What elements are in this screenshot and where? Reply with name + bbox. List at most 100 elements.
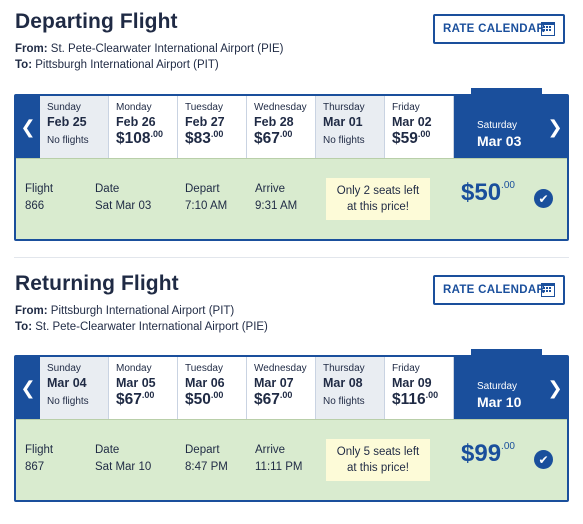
day-price-dollars: $67 bbox=[116, 391, 142, 408]
day-of-week: Friday bbox=[392, 363, 420, 374]
flight-detail-row[interactable]: Flight 867 Date Sat Mar 10 Depart 8:47 P… bbox=[16, 419, 567, 500]
day-cell[interactable]: Friday Mar 09 $116.00 bbox=[385, 357, 454, 419]
departing-section: Departing Flight From: St. Pete-Clearwat… bbox=[0, 0, 583, 250]
price-cents: .00 bbox=[501, 180, 515, 191]
price-dollars: $99 bbox=[461, 440, 502, 467]
rate-calendar-button[interactable]: RATE CALENDAR bbox=[433, 14, 565, 44]
chevron-right-icon[interactable]: ❯ bbox=[543, 357, 567, 419]
day-price: $59.00 bbox=[392, 129, 453, 148]
day-price: $50.00 bbox=[185, 390, 246, 409]
day-of-week: Tuesday bbox=[185, 102, 223, 113]
day-cell[interactable]: Wednesday Feb 28 $67.00 bbox=[247, 96, 316, 158]
day-cell[interactable]: Sunday Feb 25 No flights bbox=[40, 96, 109, 158]
day-price-cents: .00 bbox=[210, 390, 224, 400]
from-label: From: bbox=[15, 305, 48, 317]
arrive-col: Arrive 9:31 AM bbox=[255, 181, 297, 215]
day-cell[interactable]: Tuesday Feb 27 $83.00 bbox=[178, 96, 247, 158]
date-strip: ❮ Sunday Mar 04 No flights Monday Mar 05 $67.… bbox=[16, 349, 567, 419]
date-strip: ❮ Sunday Feb 25 No flights Monday Feb 26 $108… bbox=[16, 88, 567, 158]
day-price-cents: .00 bbox=[279, 129, 293, 139]
departing-route: From: St. Pete-Clearwater International … bbox=[15, 41, 283, 73]
returning-section: Returning Flight From: Pittsburgh Intern… bbox=[0, 262, 583, 524]
depart-time: 8:47 PM bbox=[185, 461, 228, 473]
day-price: $67.00 bbox=[254, 390, 315, 409]
day-cell[interactable]: Thursday Mar 01 No flights bbox=[316, 96, 385, 158]
day-date: Mar 02 bbox=[392, 115, 432, 129]
no-flights-label: No flights bbox=[47, 396, 89, 407]
to-airport: Pittsburgh International Airport (PIT) bbox=[35, 59, 219, 71]
day-of-week: Tuesday bbox=[185, 363, 223, 374]
flight-label: Flight bbox=[25, 444, 54, 456]
day-date: Feb 26 bbox=[116, 115, 156, 129]
day-cell[interactable]: Monday Feb 26 $108.00 bbox=[109, 96, 178, 158]
no-flights-label: No flights bbox=[323, 396, 365, 407]
selected-day[interactable]: Saturday Mar 10 bbox=[471, 349, 542, 419]
day-price-cents: .00 bbox=[279, 390, 293, 400]
day-price-cents: .00 bbox=[150, 129, 163, 139]
calendar-icon bbox=[541, 283, 555, 297]
check-circle-icon[interactable]: ✔ bbox=[534, 450, 553, 469]
date-label: Date bbox=[95, 444, 120, 456]
day-cell[interactable]: Wednesday Mar 07 $67.00 bbox=[247, 357, 316, 419]
day-cell[interactable]: Thursday Mar 08 No flights bbox=[316, 357, 385, 419]
date-label: Date bbox=[95, 183, 120, 195]
day-price-dollars: $50 bbox=[185, 391, 211, 408]
day-price: $67.00 bbox=[254, 129, 315, 148]
selected-day-dow: Saturday bbox=[477, 120, 518, 131]
section-divider bbox=[14, 257, 569, 258]
returning-fare-widget: ❮ Sunday Mar 04 No flights Monday Mar 05 $67.… bbox=[14, 349, 569, 502]
day-price: $108.00 bbox=[116, 129, 177, 148]
arrive-col: Arrive 11:11 PM bbox=[255, 442, 303, 476]
day-date: Mar 07 bbox=[254, 376, 294, 390]
flight-date: Sat Mar 10 bbox=[95, 461, 152, 473]
rate-calendar-label: RATE CALENDAR bbox=[443, 284, 546, 296]
departing-fare-widget: ❮ Sunday Feb 25 No flights Monday Feb 26 $108… bbox=[14, 88, 569, 241]
depart-col: Depart 8:47 PM bbox=[185, 442, 228, 476]
date-col: Date Sat Mar 10 bbox=[95, 442, 151, 476]
day-price-dollars: $59 bbox=[392, 130, 418, 147]
day-of-week: Monday bbox=[116, 363, 152, 374]
seats-line1: Only 5 seats left bbox=[336, 446, 420, 458]
arrive-label: Arrive bbox=[255, 183, 286, 195]
selected-day-dow: Saturday bbox=[477, 381, 518, 392]
day-price-dollars: $108 bbox=[116, 130, 151, 147]
depart-time: 7:10 AM bbox=[185, 200, 228, 212]
chevron-right-icon[interactable]: ❯ bbox=[543, 96, 567, 158]
departing-title: Departing Flight bbox=[15, 10, 178, 33]
day-cell[interactable]: Friday Mar 02 $59.00 bbox=[385, 96, 454, 158]
day-cell[interactable]: Sunday Mar 04 No flights bbox=[40, 357, 109, 419]
selected-day[interactable]: Saturday Mar 03 bbox=[471, 88, 542, 158]
no-flights-label: No flights bbox=[47, 135, 89, 146]
flight-detail-row[interactable]: Flight 866 Date Sat Mar 03 Depart 7:10 A… bbox=[16, 158, 567, 239]
depart-label: Depart bbox=[185, 444, 220, 456]
day-date: Mar 09 bbox=[392, 376, 432, 390]
check-circle-icon[interactable]: ✔ bbox=[534, 189, 553, 208]
rate-calendar-button[interactable]: RATE CALENDAR bbox=[433, 275, 565, 305]
seats-left-notice: Only 5 seats left at this price! bbox=[326, 439, 430, 481]
flight-number: 866 bbox=[25, 200, 45, 212]
day-of-week: Thursday bbox=[323, 363, 365, 374]
chevron-left-icon[interactable]: ❮ bbox=[16, 96, 40, 158]
to-label: To: bbox=[15, 321, 33, 333]
day-price-cents: .00 bbox=[417, 129, 431, 139]
day-date: Feb 28 bbox=[254, 115, 294, 129]
day-price-dollars: $67 bbox=[254, 391, 280, 408]
day-of-week: Thursday bbox=[323, 102, 365, 113]
chevron-left-icon[interactable]: ❮ bbox=[16, 357, 40, 419]
returning-title: Returning Flight bbox=[15, 272, 179, 295]
day-cell[interactable]: Tuesday Mar 06 $50.00 bbox=[178, 357, 247, 419]
selected-day-date: Mar 10 bbox=[477, 394, 522, 410]
flight-date: Sat Mar 03 bbox=[95, 200, 152, 212]
day-date: Feb 25 bbox=[47, 115, 87, 129]
day-price-cents: .00 bbox=[141, 390, 155, 400]
day-date: Mar 05 bbox=[116, 376, 156, 390]
day-of-week: Sunday bbox=[47, 363, 81, 374]
day-cell[interactable]: Monday Mar 05 $67.00 bbox=[109, 357, 178, 419]
flight-label: Flight bbox=[25, 183, 54, 195]
flight-number: 867 bbox=[25, 461, 45, 473]
day-date: Mar 04 bbox=[47, 376, 87, 390]
price-cents: .00 bbox=[501, 441, 515, 452]
date-col: Date Sat Mar 03 bbox=[95, 181, 151, 215]
day-of-week: Wednesday bbox=[254, 363, 307, 374]
flight-col: Flight 867 bbox=[25, 442, 53, 476]
